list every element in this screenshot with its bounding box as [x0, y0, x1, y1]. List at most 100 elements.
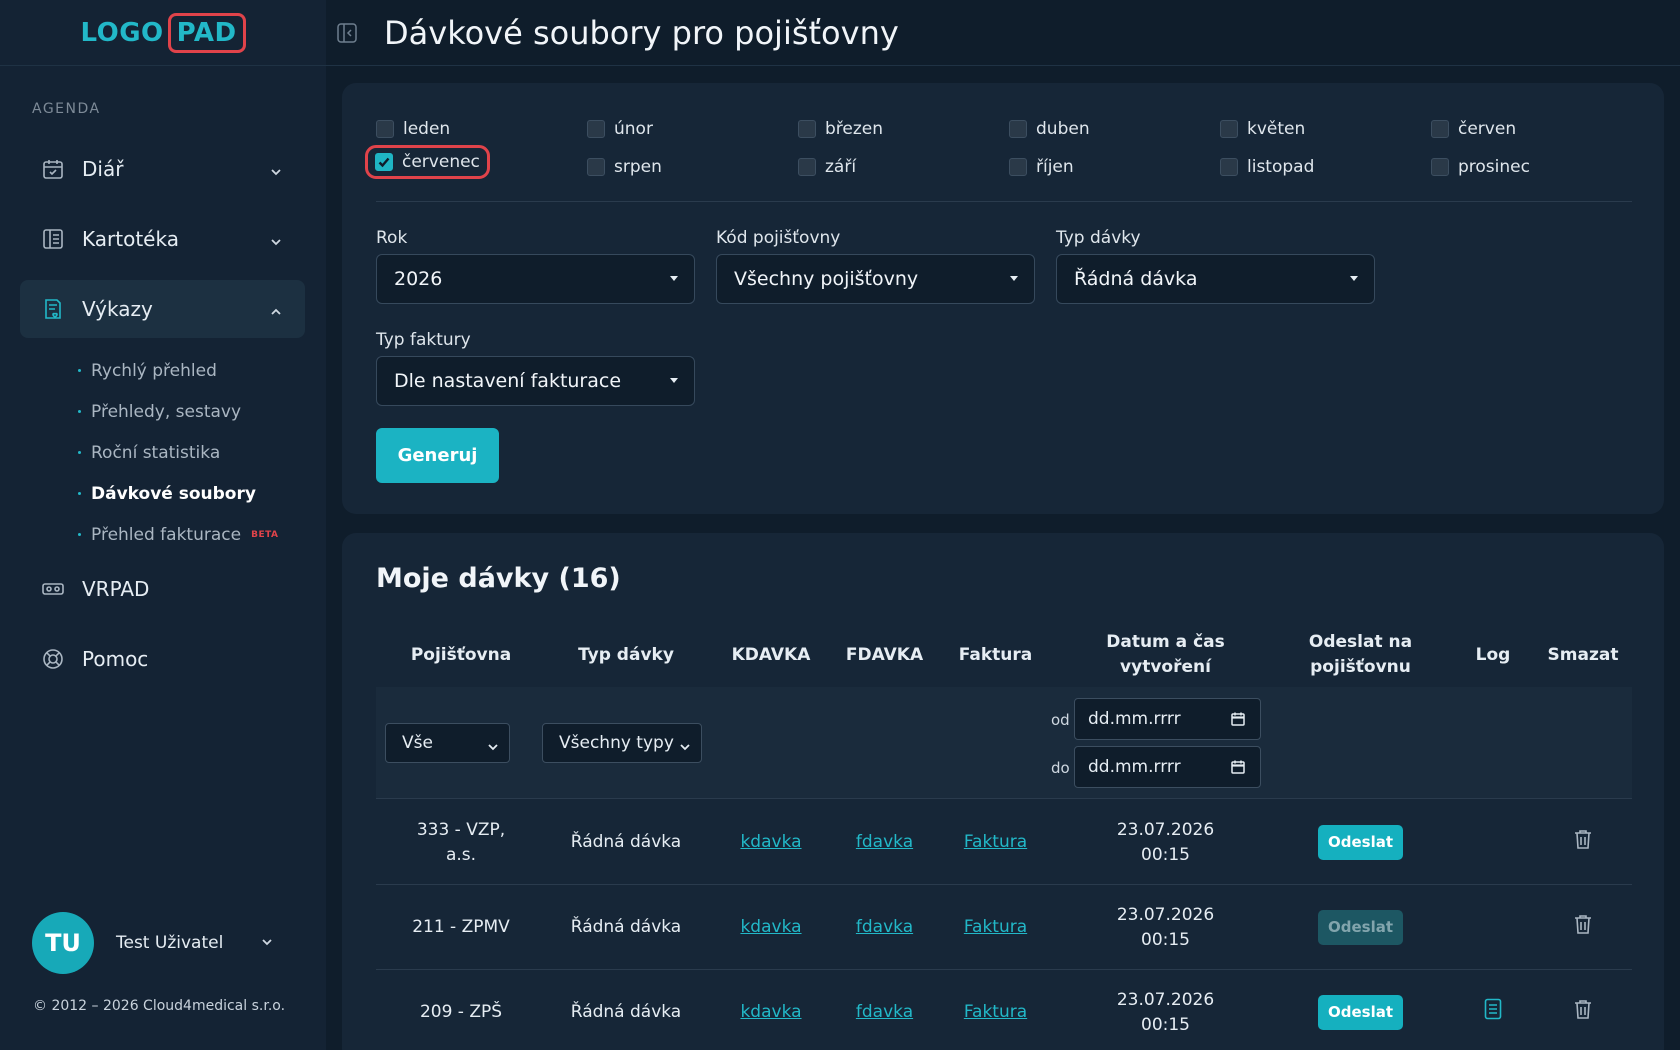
user-name: Test Uživatel: [116, 933, 224, 953]
kdavka-link[interactable]: kdavka: [740, 915, 801, 940]
bullet-icon: [78, 492, 81, 495]
year-value: 2026: [394, 268, 443, 290]
calendar-icon[interactable]: [1230, 759, 1246, 780]
sidebar-item-label: Výkazy: [82, 297, 153, 321]
logo[interactable]: LOGO PAD: [80, 12, 246, 53]
checkbox[interactable]: [798, 158, 816, 176]
invoice-type-select[interactable]: Dle nastavení fakturace: [376, 356, 695, 406]
send-button[interactable]: Odeslat: [1317, 995, 1404, 1030]
month-label: květen: [1247, 119, 1306, 139]
kdavka-link[interactable]: kdavka: [740, 1000, 801, 1025]
month-checkbox-kveten[interactable]: květen: [1220, 119, 1305, 139]
chevron-down-icon: [260, 934, 274, 953]
sub-item-prehledy-sestavy[interactable]: Přehledy, sestavy: [78, 391, 279, 432]
collapse-sidebar-icon[interactable]: [336, 22, 358, 48]
th-send: Odeslat na pojišťovnu: [1273, 623, 1448, 687]
th-type: Typ dávky: [578, 644, 674, 665]
th-send-line1: Odeslat na: [1308, 632, 1413, 652]
sub-item-rocni-statistika[interactable]: Roční statistika: [78, 432, 279, 473]
page-header: Dávkové soubory pro pojišťovny: [326, 0, 1680, 66]
month-checkbox-cervenec[interactable]: červenec: [365, 145, 490, 179]
sub-item-label: Roční statistika: [91, 442, 221, 463]
sidebar-item-diar[interactable]: Diář: [20, 140, 305, 198]
bullet-icon: [78, 533, 81, 536]
checkbox[interactable]: [1009, 158, 1027, 176]
date-from-placeholder: dd.mm.rrrr: [1088, 709, 1181, 729]
month-label: říjen: [1036, 157, 1074, 177]
calendar-icon[interactable]: [1230, 711, 1246, 732]
checkbox[interactable]: [1009, 120, 1027, 138]
month-checkbox-srpen[interactable]: srpen: [587, 157, 662, 177]
log-document-icon[interactable]: [1484, 998, 1502, 1028]
date-to-placeholder: dd.mm.rrrr: [1088, 757, 1181, 777]
created-date: 23.07.2026: [1116, 989, 1215, 1010]
month-label: červen: [1458, 119, 1517, 139]
trash-icon[interactable]: [1574, 829, 1592, 857]
sub-item-rychly-prehled[interactable]: Rychlý přehled: [78, 350, 279, 391]
invoice-link[interactable]: Faktura: [964, 1000, 1027, 1025]
insurer-code-select[interactable]: Všechny pojišťovny: [716, 254, 1035, 304]
table-title: Moje dávky (16): [376, 563, 621, 594]
checkbox[interactable]: [587, 120, 605, 138]
checkbox[interactable]: [1431, 158, 1449, 176]
insurer-line1: 209 - ZPŠ: [419, 1002, 503, 1022]
month-label: září: [825, 157, 857, 177]
checkbox[interactable]: [798, 120, 816, 138]
checkbox[interactable]: [1431, 120, 1449, 138]
date-from-label: od: [1051, 711, 1070, 729]
th-insurer: Pojišťovna: [410, 644, 512, 665]
month-checkbox-zari[interactable]: září: [798, 157, 856, 177]
month-checkbox-rijen[interactable]: říjen: [1009, 157, 1074, 177]
checkbox-checked[interactable]: [375, 153, 393, 171]
caret-down-icon: [1350, 276, 1358, 281]
kdavka-link[interactable]: kdavka: [740, 830, 801, 855]
checkbox[interactable]: [1220, 120, 1238, 138]
th-kdavka: KDAVKA: [731, 644, 811, 665]
copyright: © 2012 – 2026 Cloud4medical s.r.o.: [33, 998, 286, 1014]
cell-created: 23.07.2026 00:15: [1058, 970, 1273, 1050]
sidebar-item-kartoteka[interactable]: Kartotéka: [20, 210, 305, 268]
date-to-input[interactable]: dd.mm.rrrr: [1074, 746, 1261, 788]
insurer-filter-select[interactable]: Vše: [385, 723, 510, 763]
created-time: 00:15: [1141, 844, 1190, 865]
sidebar-item-vrpad[interactable]: VRPAD: [20, 560, 305, 618]
invoice-type-label: Typ faktury: [376, 330, 471, 350]
user-menu[interactable]: TU Test Uživatel: [32, 912, 282, 974]
sub-item-davkove-soubory[interactable]: Dávkové soubory: [78, 473, 279, 514]
generate-button[interactable]: Generuj: [376, 428, 499, 483]
table-filter-row: Vše Všechny typy od dd.mm.rrrr do dd.mm.…: [376, 687, 1632, 799]
month-checkbox-prosinec[interactable]: prosinec: [1431, 157, 1530, 177]
month-checkbox-brezen[interactable]: březen: [798, 119, 883, 139]
year-select[interactable]: 2026: [376, 254, 695, 304]
month-checkbox-cerven[interactable]: červen: [1431, 119, 1516, 139]
divider: [376, 201, 1632, 202]
batch-type-select[interactable]: Řádná dávka: [1056, 254, 1375, 304]
created-date: 23.07.2026: [1116, 904, 1215, 925]
vr-headset-icon: [40, 576, 66, 602]
date-from-input[interactable]: dd.mm.rrrr: [1074, 698, 1261, 740]
invoice-link[interactable]: Faktura: [964, 915, 1027, 940]
batches-card: Moje dávky (16) Pojišťovna Typ dávky KDA…: [342, 533, 1664, 1050]
caret-down-icon: [670, 276, 678, 281]
chevron-down-icon: [269, 160, 283, 184]
trash-icon[interactable]: [1574, 914, 1592, 942]
trash-icon[interactable]: [1574, 999, 1592, 1027]
sub-item-prehled-fakturace[interactable]: Přehled fakturace BETA: [78, 514, 279, 555]
fdavka-link[interactable]: fdavka: [856, 915, 913, 940]
month-checkbox-leden[interactable]: leden: [376, 119, 450, 139]
sidebar-item-pomoc[interactable]: Pomoc: [20, 630, 305, 688]
month-checkbox-unor[interactable]: únor: [587, 119, 653, 139]
checkbox[interactable]: [376, 120, 394, 138]
fdavka-link[interactable]: fdavka: [856, 830, 913, 855]
checkbox[interactable]: [587, 158, 605, 176]
month-checkbox-duben[interactable]: duben: [1009, 119, 1090, 139]
chevron-up-icon: [269, 300, 283, 324]
month-checkbox-listopad[interactable]: listopad: [1220, 157, 1314, 177]
date-to-label: do: [1051, 759, 1070, 777]
fdavka-link[interactable]: fdavka: [856, 1000, 913, 1025]
send-button[interactable]: Odeslat: [1317, 825, 1404, 860]
sidebar-item-vykazy[interactable]: Výkazy: [20, 280, 305, 338]
type-filter-select[interactable]: Všechny typy: [542, 723, 702, 763]
checkbox[interactable]: [1220, 158, 1238, 176]
invoice-link[interactable]: Faktura: [964, 830, 1027, 855]
